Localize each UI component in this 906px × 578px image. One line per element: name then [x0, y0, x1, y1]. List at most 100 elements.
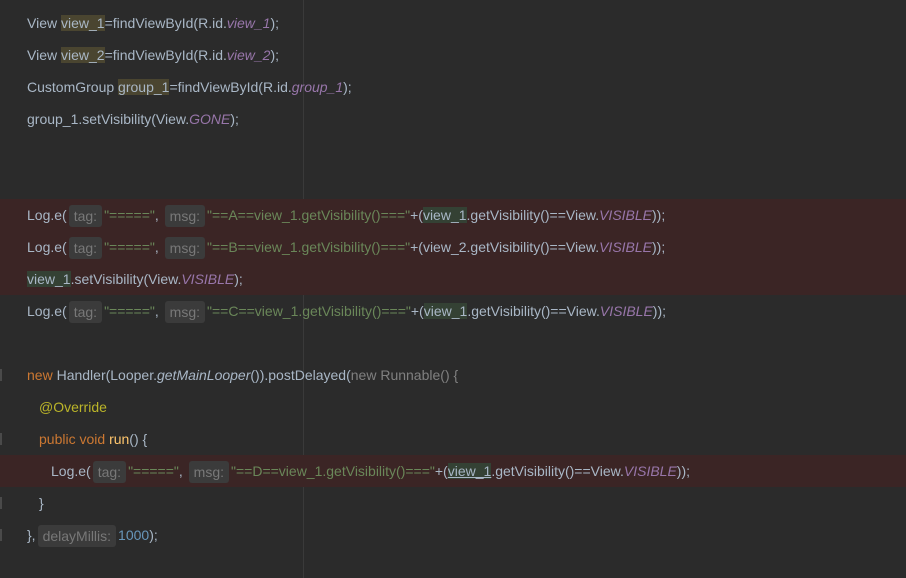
code-line-log-a[interactable]: Log.e(tag: "=====", msg: "==A==view_1.getV…	[0, 199, 906, 231]
variable-view1[interactable]: view_1	[447, 463, 492, 479]
close-brace: }	[39, 495, 44, 511]
code-line-close-run[interactable]: }	[0, 487, 906, 519]
variable-view1[interactable]: view_1	[422, 207, 467, 223]
line-end: );	[270, 47, 280, 63]
msg-string: "==C==view_1.getVisibility()==="	[207, 303, 411, 319]
concat: +(	[410, 303, 424, 319]
code-line-set-visible[interactable]: view_1.setVisibility(View.VISIBLE);	[0, 263, 906, 295]
type-name: View	[27, 47, 58, 63]
param-hint-tag: tag:	[68, 205, 103, 228]
log-call: Log.e(	[27, 303, 67, 319]
code-line-handler[interactable]: new Handler(Looper.getMainLooper()).post…	[0, 359, 906, 391]
comma: ,	[154, 239, 159, 255]
constant-gone: GONE	[189, 111, 231, 127]
fold-marker[interactable]	[0, 529, 2, 541]
code-line-log-d[interactable]: Log.e(tag: "=====", msg: "==D==view_1.getV…	[0, 455, 906, 487]
log-call: Log.e(	[27, 207, 67, 223]
call-rest: .getVisibility()==View.	[491, 463, 624, 479]
type-name: CustomGroup	[27, 79, 115, 95]
resource-id: group_1	[291, 79, 344, 95]
call-rest: .getVisibility()==View.	[467, 303, 600, 319]
comma: ,	[154, 303, 159, 319]
resource-id: view_1	[226, 15, 271, 31]
code-line-close-runnable[interactable]: }, delayMillis: 1000);	[0, 519, 906, 551]
type-name: View	[27, 15, 58, 31]
static-method: getMainLooper	[156, 367, 251, 383]
param-hint-tag: tag:	[68, 237, 103, 260]
tag-string: "====="	[104, 303, 155, 319]
post-delayed: ()).postDelayed(	[250, 367, 351, 383]
tag-string: "====="	[128, 463, 179, 479]
code-line-run[interactable]: public void run() {	[0, 423, 906, 455]
call-rest: .getVisibility()==View.	[466, 239, 600, 255]
line-end: ));	[652, 303, 667, 319]
msg-string: "==B==view_1.getVisibility()==="	[207, 239, 411, 255]
line-end: );	[234, 271, 243, 287]
comma: ,	[178, 463, 183, 479]
param-hint-msg: msg:	[164, 237, 206, 260]
call-text: .setVisibility(View.	[70, 271, 182, 287]
keyword-new: new	[27, 367, 53, 383]
method-end: () {	[129, 431, 148, 447]
runnable-text: Runnable() {	[376, 367, 459, 383]
code-line-group-visibility[interactable]: group_1.setVisibility(View.GONE);	[0, 103, 906, 135]
override-annotation: @Override	[39, 399, 107, 415]
line-end: ));	[652, 239, 666, 255]
variable-view2[interactable]: view_2	[423, 239, 467, 255]
concat: +(	[434, 463, 448, 479]
handler-text: Handler(Looper.	[52, 367, 157, 383]
msg-string: "==A==view_1.getVisibility()==="	[207, 207, 411, 223]
code-line-override[interactable]: @Override	[0, 391, 906, 423]
call-text: group_1.setVisibility(View.	[27, 111, 190, 127]
log-call: Log.e(	[27, 239, 67, 255]
line-end: ));	[676, 463, 691, 479]
constant-visible: VISIBLE	[599, 207, 653, 223]
keyword-new: new	[350, 367, 377, 383]
param-hint-tag: tag:	[92, 461, 127, 484]
resource-id: view_2	[226, 47, 271, 63]
constant-visible: VISIBLE	[599, 239, 653, 255]
variable-view1[interactable]: view_1	[423, 303, 468, 319]
line-end: );	[149, 527, 158, 543]
keyword-void: void	[79, 431, 106, 447]
line-end: ));	[652, 207, 666, 223]
variable-view1[interactable]: view_1	[60, 15, 105, 31]
variable-group1[interactable]: group_1	[118, 79, 170, 95]
variable-view1[interactable]: view_1	[27, 271, 71, 287]
line-end: );	[230, 111, 239, 127]
assign-text: =findViewById(R.id.	[104, 47, 227, 63]
variable-view2[interactable]: view_2	[60, 47, 105, 63]
concat: +(	[410, 239, 423, 255]
close-brace: },	[27, 527, 36, 543]
line-end: );	[270, 15, 280, 31]
call-rest: .getVisibility()==View.	[466, 207, 600, 223]
code-line-log-b[interactable]: Log.e(tag: "=====", msg: "==B==view_1.getV…	[0, 231, 906, 263]
code-line-group-decl[interactable]: CustomGroup group_1=findViewById(R.id.gr…	[0, 71, 906, 103]
keyword-public: public	[39, 431, 76, 447]
comma: ,	[154, 207, 159, 223]
param-hint-tag: tag:	[68, 301, 103, 324]
param-hint-msg: msg:	[188, 461, 230, 484]
msg-string: "==D==view_1.getVisibility()==="	[231, 463, 435, 479]
assign-text: =findViewById(R.id.	[169, 79, 292, 95]
line-end: );	[343, 79, 352, 95]
constant-visible: VISIBLE	[599, 303, 653, 319]
code-line-view2-decl[interactable]: View view_2=findViewById(R.id.view_2);	[0, 39, 906, 71]
param-hint-delay: delayMillis:	[37, 525, 117, 548]
fold-marker[interactable]	[0, 369, 2, 381]
code-editor[interactable]: View view_1=findViewById(R.id.view_1); V…	[0, 0, 906, 578]
delay-value: 1000	[118, 527, 150, 543]
concat: +(	[410, 207, 423, 223]
fold-marker[interactable]	[0, 433, 2, 445]
code-line-view1-decl[interactable]: View view_1=findViewById(R.id.view_1);	[0, 7, 906, 39]
assign-text: =findViewById(R.id.	[104, 15, 227, 31]
constant-visible: VISIBLE	[623, 463, 677, 479]
tag-string: "====="	[104, 207, 155, 223]
fold-marker[interactable]	[0, 497, 2, 509]
log-call: Log.e(	[51, 463, 91, 479]
tag-string: "====="	[104, 239, 155, 255]
param-hint-msg: msg:	[164, 205, 206, 228]
method-name: run	[109, 431, 130, 447]
param-hint-msg: msg:	[164, 301, 206, 324]
code-line-log-c[interactable]: Log.e(tag: "=====", msg: "==C==view_1.getV…	[0, 295, 906, 327]
